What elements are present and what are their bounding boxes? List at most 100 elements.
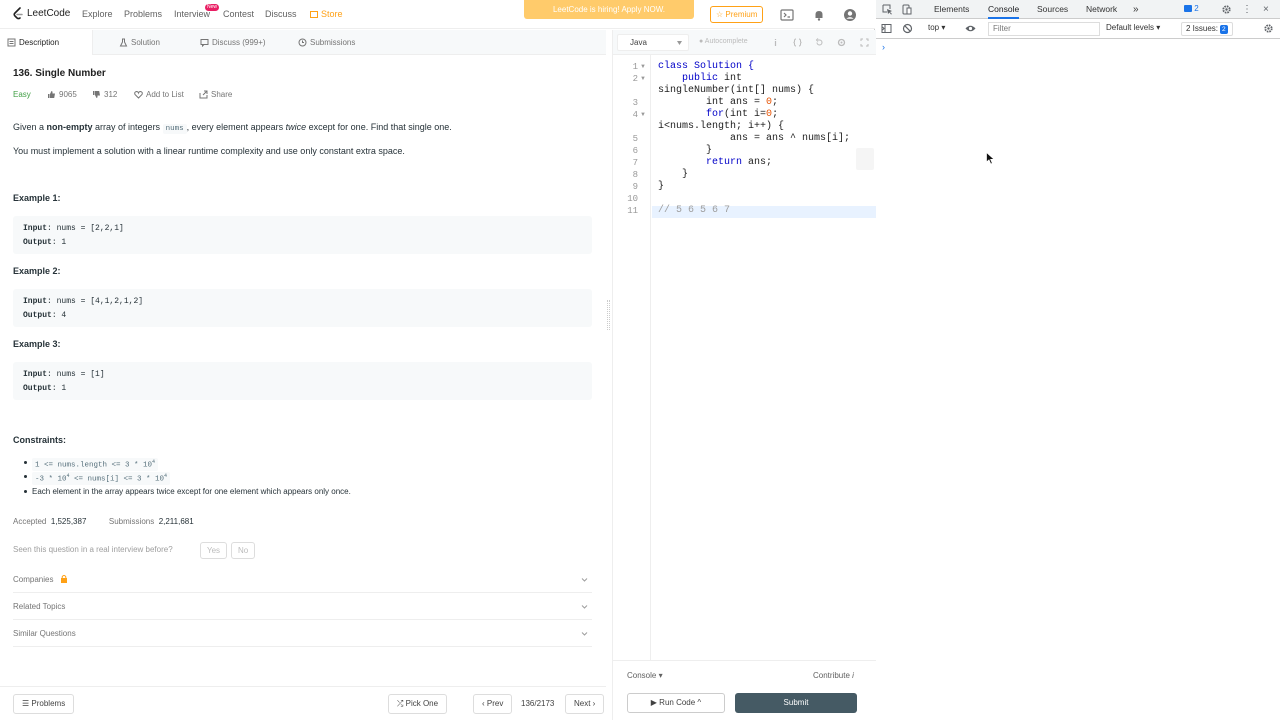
related-topics-accordion[interactable]: Related Topics xyxy=(13,593,592,620)
seen-question-prompt: Seen this question in a real interview b… xyxy=(13,545,173,554)
code-line[interactable]: public int xyxy=(658,73,742,84)
dislike-button[interactable]: 312 xyxy=(92,90,117,99)
fullscreen-icon[interactable] xyxy=(860,38,869,47)
accordion-label: Companies xyxy=(13,575,54,584)
code-line[interactable]: int ans = 0; xyxy=(658,97,778,108)
language-select[interactable]: Java xyxy=(617,34,689,51)
fold-arrow-icon[interactable]: ▼ xyxy=(640,112,646,118)
devtools-tab-sources[interactable]: Sources xyxy=(1037,0,1068,19)
filter-input[interactable]: Filter xyxy=(988,22,1100,36)
add-to-list-button[interactable]: Add to List xyxy=(134,90,184,99)
companies-accordion[interactable]: Companies xyxy=(13,566,592,593)
share-label: Share xyxy=(211,90,233,99)
tab-description[interactable]: Description xyxy=(0,30,93,55)
info-icon[interactable] xyxy=(771,38,780,47)
hiring-banner[interactable]: LeetCode is hiring! Apply NOW. xyxy=(524,0,694,19)
code-line[interactable]: singleNumber(int[] nums) { xyxy=(658,85,814,96)
clear-console-icon[interactable] xyxy=(902,23,913,34)
contribute-link[interactable]: Contribute i xyxy=(813,671,854,680)
code-line[interactable]: } xyxy=(658,169,688,180)
inspect-element-icon[interactable] xyxy=(882,4,893,15)
constraint-text: -3 * 10 xyxy=(35,475,67,484)
code-line[interactable]: return ans; xyxy=(658,157,772,168)
code-text: } xyxy=(658,181,665,192)
nav-interview[interactable]: Interview xyxy=(174,9,210,19)
problems-list-button[interactable]: ☰ Problems xyxy=(13,694,75,714)
output-value: 1 xyxy=(61,238,67,247)
tab-discuss[interactable]: Discuss (999+) xyxy=(193,30,283,55)
code-line[interactable]: ans = ans ^ nums[i]; xyxy=(658,133,850,144)
share-button[interactable]: Share xyxy=(199,90,232,99)
nav-store[interactable]: Store xyxy=(310,9,343,19)
tab-solution[interactable]: Solution xyxy=(112,30,192,55)
run-code-button[interactable]: ▶ Run Code ^ xyxy=(627,693,725,713)
yes-button[interactable]: Yes xyxy=(200,542,228,559)
bullet xyxy=(24,461,27,464)
accordion-label: Similar Questions xyxy=(13,629,76,638)
issues-counter[interactable]: 2 Issues: 2 xyxy=(1181,22,1233,36)
chevron-down-icon xyxy=(581,605,588,609)
no-button[interactable]: No xyxy=(231,542,256,559)
next-button[interactable]: Next › xyxy=(565,694,605,714)
playground-icon[interactable] xyxy=(780,8,794,22)
context-selector[interactable]: top ▾ xyxy=(928,23,945,32)
close-icon[interactable]: × xyxy=(1263,0,1269,19)
console-toggle[interactable]: Console ▾ xyxy=(627,671,663,680)
code-text: ; xyxy=(772,97,779,108)
devtools-tab-network[interactable]: Network xyxy=(1086,0,1117,19)
device-toggle-icon[interactable] xyxy=(901,4,912,15)
log-levels-dropdown[interactable]: Default levels ▾ xyxy=(1106,23,1160,32)
like-button[interactable]: 9065 xyxy=(47,90,77,99)
nav-contest[interactable]: Contest xyxy=(223,9,254,19)
output-label: Output xyxy=(23,311,52,320)
leetcode-logo[interactable]: LeetCode xyxy=(12,7,70,20)
submit-button[interactable]: Submit xyxy=(735,693,857,713)
pick-one-button[interactable]: ⤮ Pick One xyxy=(388,694,448,714)
kebab-menu-icon[interactable]: ⋮ xyxy=(1242,0,1252,19)
console-label: Console xyxy=(627,671,657,680)
nav-problems[interactable]: Problems xyxy=(124,9,162,19)
code-line[interactable]: class Solution { xyxy=(658,61,754,72)
split-drag-handle[interactable] xyxy=(607,300,610,330)
devtools-tab-elements[interactable]: Elements xyxy=(934,0,969,19)
nav-discuss[interactable]: Discuss xyxy=(265,9,297,19)
leetcode-page: LeetCode Explore Problems Interview New … xyxy=(0,0,876,720)
sidebar-toggle-icon[interactable] xyxy=(881,23,892,34)
code-editor-pane: Java ● Autocomplete 1 ▼ 2 ▼ 3 4 ▼ 5 6 7 8 9… xyxy=(612,30,876,720)
eye-icon[interactable] xyxy=(965,23,976,34)
accordion-label: Related Topics xyxy=(13,602,66,611)
tab-submissions[interactable]: Submissions xyxy=(291,30,381,55)
code-line[interactable]: // 5 6 5 6 7 xyxy=(658,205,730,216)
autocomplete-toggle[interactable]: ● Autocomplete xyxy=(699,38,748,45)
devtools-tab-console[interactable]: Console xyxy=(988,0,1020,19)
flask-icon xyxy=(119,38,128,47)
messages-badge[interactable]: 2 xyxy=(1184,4,1199,13)
reset-icon[interactable] xyxy=(815,38,824,47)
avatar-icon[interactable] xyxy=(843,8,857,22)
fold-arrow-icon[interactable]: ▼ xyxy=(640,64,646,70)
output-value: 1 xyxy=(61,384,67,393)
console-prompt-icon[interactable]: › xyxy=(882,42,885,52)
code-line[interactable]: for(int i=0; xyxy=(658,109,778,120)
settings-icon[interactable] xyxy=(837,38,846,47)
braces-icon[interactable] xyxy=(793,38,802,47)
description-icon xyxy=(7,38,16,47)
leetcode-logo-icon xyxy=(13,7,23,20)
example-heading: Example 3: xyxy=(13,339,61,349)
line-number: 7 xyxy=(632,158,638,168)
editor-scroll-marker[interactable] xyxy=(856,148,874,170)
fold-arrow-icon[interactable]: ▼ xyxy=(640,76,646,82)
similar-questions-accordion[interactable]: Similar Questions xyxy=(13,620,592,647)
console-settings-icon[interactable] xyxy=(1263,23,1274,34)
gear-icon[interactable] xyxy=(1221,4,1232,15)
bell-icon[interactable] xyxy=(812,8,826,22)
prev-button[interactable]: ‹ Prev xyxy=(473,694,513,714)
code-line[interactable]: } xyxy=(658,145,712,156)
more-tabs-icon[interactable]: » xyxy=(1133,0,1139,19)
code-line[interactable]: } xyxy=(658,181,664,192)
premium-button[interactable]: ☆ Premium xyxy=(710,6,764,23)
nav-explore[interactable]: Explore xyxy=(82,9,113,19)
line-number: 9 xyxy=(632,182,638,192)
constraint-text: <= nums[i] <= 3 * 10 xyxy=(69,475,165,484)
code-line[interactable]: i<nums.length; i++) { xyxy=(658,121,784,132)
